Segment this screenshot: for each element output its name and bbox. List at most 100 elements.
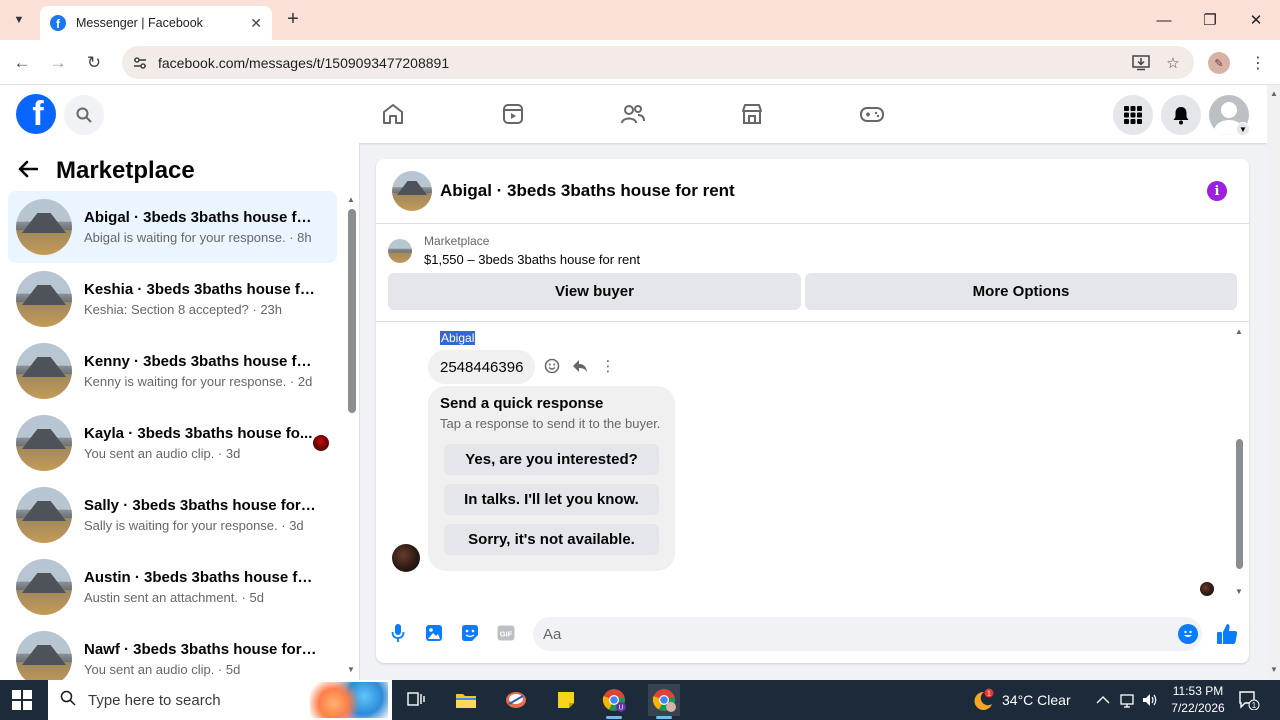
site-info-icon[interactable] [130,53,150,73]
address-bar[interactable]: facebook.com/messages/t/1509093477208891… [122,46,1194,79]
bookmark-star-icon[interactable]: ☆ [1162,52,1184,74]
thumbs-up-icon[interactable] [1214,621,1240,647]
profile-avatar-icon[interactable]: ✎ [1208,52,1230,74]
conversation-preview: Abigal is waiting for your response. · 8… [84,230,312,245]
info-icon[interactable]: i [1207,181,1227,201]
scroll-up-icon[interactable]: ▲ [1269,89,1279,98]
taskbar-search-placeholder: Type here to search [88,691,221,709]
svg-text:GIF: GIF [500,630,513,639]
search-icon[interactable] [64,95,104,135]
view-buyer-button[interactable]: View buyer [388,273,801,310]
scroll-down-icon[interactable]: ▼ [1269,665,1279,674]
quick-response-button[interactable]: Sorry, it's not available. [444,524,659,555]
page-scrollbar[interactable]: ▲ ▼ [1267,85,1280,680]
windows-start-icon[interactable] [12,690,32,710]
volume-icon[interactable] [1142,680,1158,720]
chat-title[interactable]: Abigal · 3beds 3baths house for rent [440,181,735,201]
sticker-icon[interactable] [460,623,480,643]
weather-alert-badge: 1 [987,691,991,698]
video-icon[interactable] [496,97,530,131]
new-tab-button[interactable]: + [282,8,304,30]
task-view-icon[interactable] [400,684,432,716]
conversation-item[interactable]: Keshia · 3beds 3baths house for ... Kesh… [8,263,337,335]
install-app-icon[interactable] [1130,52,1152,74]
system-clock[interactable]: 11:53 PM 7/22/2026 [1160,683,1236,717]
scroll-up-icon[interactable]: ▲ [1234,327,1244,336]
conversation-item[interactable]: Kayla · 3beds 3baths house fo... You sen… [8,407,337,479]
close-window-button[interactable]: ✕ [1244,8,1268,32]
react-icon[interactable] [542,356,562,376]
weather-widget[interactable]: 1 34°C Clear [970,680,1071,720]
tab-search-icon[interactable]: ▼ [8,10,30,30]
more-icon[interactable]: ⋮ [598,356,618,376]
seen-indicator-avatar [1200,582,1214,596]
quick-response-card: Send a quick response Tap a response to … [428,386,675,571]
listing-thumbnail [16,199,72,255]
url-text[interactable]: facebook.com/messages/t/1509093477208891 [158,55,1130,71]
conversation-item[interactable]: Kenny · 3beds 3baths house for ... Kenny… [8,335,337,407]
back-arrow-icon[interactable] [18,157,48,185]
reply-icon[interactable] [570,356,590,376]
file-explorer-icon[interactable] [450,684,482,716]
marketplace-icon[interactable] [735,97,769,131]
gif-icon[interactable]: GIF [496,623,516,643]
listing-thumbnail [16,343,72,399]
show-hidden-icons[interactable] [1096,680,1110,720]
notifications-bell-icon[interactable] [1161,95,1201,135]
chrome-icon[interactable]: U [598,684,630,719]
scroll-down-icon[interactable]: ▼ [1234,587,1244,596]
conversation-item[interactable]: Austin · 3beds 3baths house for ... Aust… [8,551,337,623]
conversation-item[interactable]: Nawf · 3beds 3baths house for r... You s… [8,623,337,680]
windows-taskbar: Type here to search U 1 34°C Clear 11:53… [0,680,1280,720]
buyer-avatar[interactable] [392,544,420,572]
listing-thumbnail [16,271,72,327]
back-icon[interactable]: ← [10,51,34,75]
scrollbar-thumb[interactable] [348,209,356,413]
facebook-logo-icon[interactable]: f [16,94,56,134]
microphone-icon[interactable] [388,623,408,643]
scroll-up-icon[interactable]: ▲ [346,195,356,204]
facebook-header: f [0,85,1267,143]
conversation-preview: Austin sent an attachment. · 5d [84,590,264,605]
browser-tab[interactable]: f Messenger | Facebook ✕ [40,6,272,40]
forward-icon[interactable]: → [46,51,70,75]
message-input[interactable] [533,617,1202,651]
chat-scrollbar[interactable]: ▲ ▼ [1234,327,1244,597]
quick-response-button[interactable]: In talks. I'll let you know. [444,484,659,515]
conversation-preview: You sent an audio clip. · 3d [84,446,241,461]
menu-grid-icon[interactable] [1113,95,1153,135]
weather-text: 34°C Clear [1002,692,1071,708]
gaming-icon[interactable] [855,97,889,131]
scrollbar-thumb[interactable] [1236,439,1243,569]
message-bubble[interactable]: 2548446396 [428,350,536,384]
svg-text:U: U [618,705,623,712]
snipping-tool-icon[interactable] [500,684,532,716]
photo-icon[interactable] [424,623,444,643]
network-icon[interactable] [1120,680,1134,720]
conversation-name: Austin · 3beds 3baths house for ... [84,569,319,586]
minimize-button[interactable]: — [1152,8,1176,32]
scroll-down-icon[interactable]: ▼ [346,665,356,674]
listing-thumbnail [16,487,72,543]
maximize-button[interactable]: ❐ [1198,8,1222,32]
friends-icon[interactable] [616,97,650,131]
tab-close-icon[interactable]: ✕ [250,15,262,32]
sticky-notes-icon[interactable] [550,684,582,716]
chat-listing-avatar[interactable] [392,171,432,211]
browser-menu-icon[interactable]: ⋮ [1248,52,1268,74]
reload-icon[interactable]: ↻ [82,51,106,75]
taskbar-search-box[interactable]: Type here to search [48,680,392,720]
home-icon[interactable] [376,97,410,131]
chrome-profile-icon[interactable] [648,684,680,719]
read-receipt-avatar [313,435,329,451]
conversation-preview: Keshia: Section 8 accepted? · 23h [84,302,283,317]
more-options-button[interactable]: More Options [805,273,1237,310]
quick-response-button[interactable]: Yes, are you interested? [444,444,659,475]
search-icon [48,690,88,711]
conversation-item[interactable]: Abigal · 3beds 3baths house for ... Abig… [8,191,337,263]
notification-center-icon[interactable]: 1 [1238,680,1260,720]
emoji-icon[interactable] [1178,624,1198,644]
conversation-list-scrollbar[interactable]: ▲ ▼ [346,195,356,675]
chevron-down-icon[interactable]: ▼ [1236,122,1250,136]
conversation-item[interactable]: Sally · 3beds 3baths house for re... Sal… [8,479,337,551]
